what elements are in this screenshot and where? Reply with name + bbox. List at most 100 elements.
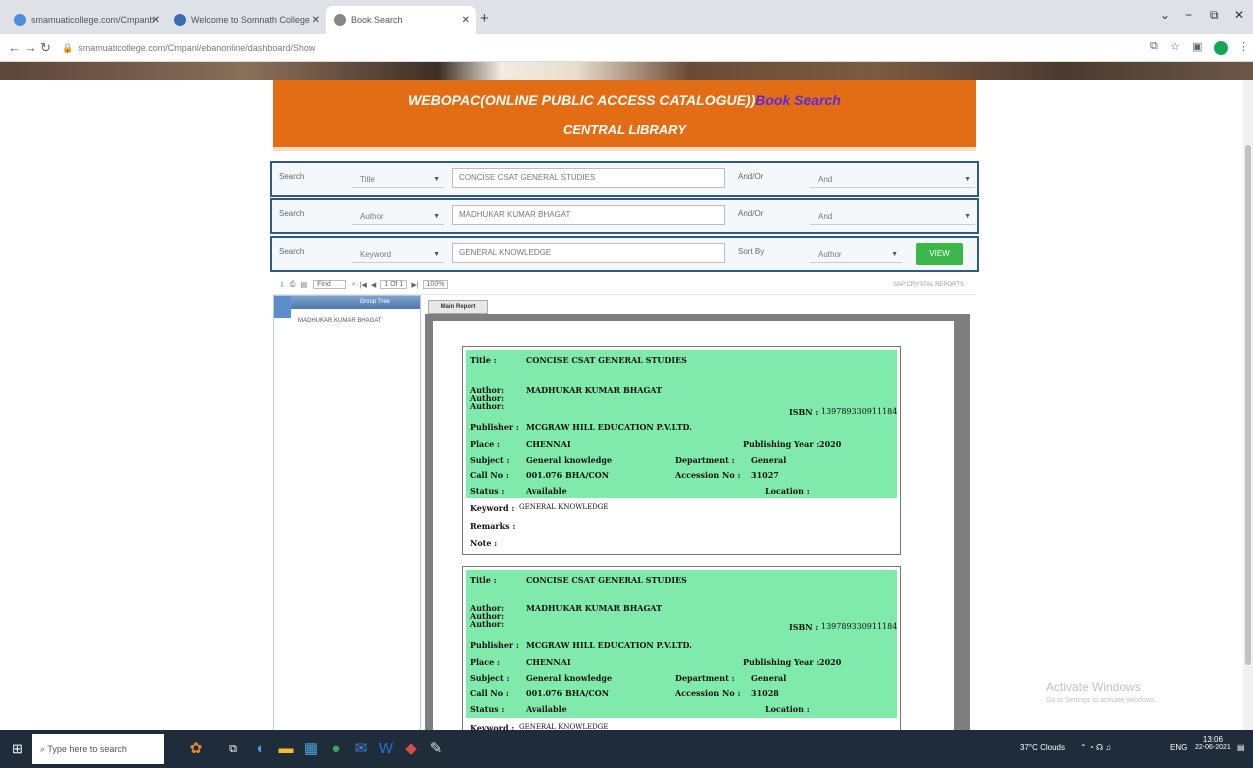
scrollbar-thumb[interactable] (1245, 145, 1251, 665)
chevron-down-icon: ▼ (891, 251, 898, 258)
page-number-field[interactable]: 1 Of 1 (380, 280, 408, 289)
publisher-value: MCGRAW HILL EDUCATION P.V.LTD. (526, 422, 692, 432)
star-icon[interactable]: ☆ (1170, 40, 1180, 53)
maximize-button[interactable]: ⧉ (1210, 8, 1219, 23)
sort-by-select[interactable]: Author ▼ (810, 247, 902, 263)
browser-tab[interactable]: smamuaticollege.com/Cmpanb ✕ (6, 6, 166, 34)
word-icon[interactable]: W (375, 738, 397, 760)
isbn-label: ISBN : (789, 407, 819, 417)
search-field-select[interactable]: Keyword ▼ (352, 247, 444, 263)
place-value: CHENNAI (526, 657, 571, 667)
search-icon[interactable]: ⌕ (352, 281, 356, 289)
edge-icon[interactable]: ◐ (250, 738, 272, 760)
report-viewer: Title : CONCISE CSAT GENERAL STUDIES Aut… (425, 314, 970, 741)
subject-label: Subject : (470, 455, 510, 465)
chevron-down-icon: ▼ (964, 176, 971, 183)
accession-label: Accession No : (675, 688, 741, 698)
search-field-select[interactable]: Author ▼ (352, 209, 444, 225)
subject-value: General knowledge (526, 673, 613, 683)
find-input[interactable]: Find (313, 280, 346, 289)
globe-icon (14, 14, 26, 26)
new-tab-button[interactable]: + (480, 10, 489, 27)
title-value: CONCISE CSAT GENERAL STUDIES (526, 575, 687, 585)
site-banner-image (0, 62, 1253, 80)
zoom-select[interactable]: 100% (422, 280, 449, 289)
book-record-card: Title : CONCISE CSAT GENERAL STUDIES Aut… (462, 566, 901, 741)
place-label: Place : (470, 657, 500, 667)
status-value: Available (526, 704, 567, 714)
search-input[interactable]: CONCISE CSAT GENERAL STUDIES (452, 168, 725, 188)
group-tree-tab[interactable] (274, 296, 291, 318)
system-tray-icons[interactable]: ⌃ ◔ ☊ ♫ (1080, 743, 1111, 752)
search-field-select[interactable]: Title ▼ (352, 172, 444, 188)
close-icon[interactable]: ✕ (462, 15, 470, 26)
notification-icon[interactable]: ▤ (1237, 743, 1245, 752)
keyword-value: GENERAL KNOWLEDGE (519, 503, 609, 511)
status-value: Available (526, 486, 567, 496)
select-value: Title (360, 175, 375, 184)
keyword-label: Keyword : (470, 503, 515, 513)
search-row: Search Keyword ▼ GENERAL KNOWLEDGE Sort … (270, 236, 979, 272)
clock-time: 13:06 (1202, 735, 1223, 744)
book-search-link[interactable]: Book Search (755, 92, 841, 108)
search-input[interactable]: MADHUKAR KUMAR BHAGAT (452, 205, 725, 225)
reload-icon[interactable]: ↻ (40, 40, 51, 56)
task-view-icon[interactable]: ⧉ (222, 738, 244, 760)
group-tree-header: Group Tree (274, 296, 420, 309)
tree-item[interactable]: MADHUKAR KUMAR BHAGAT (298, 318, 382, 324)
url-field[interactable]: 🔒 smamuaticollege.com/Cmpanl/ebanonline/… (62, 38, 1127, 58)
operator-select[interactable]: And ▼ (810, 209, 975, 225)
next-page-icon[interactable]: ▶| (411, 281, 418, 289)
page-scrollbar[interactable] (1243, 80, 1253, 730)
print-icon[interactable]: ⎙ (290, 281, 296, 289)
chevron-down-icon[interactable]: ⌄ (1160, 8, 1170, 22)
title-value: CONCISE CSAT GENERAL STUDIES (526, 355, 687, 365)
chevron-down-icon: ▼ (433, 176, 440, 183)
book-record-card: Title : CONCISE CSAT GENERAL STUDIES Aut… (462, 346, 901, 555)
file-explorer-icon[interactable]: ▬ (275, 738, 297, 760)
windows-start-icon[interactable]: ⊞ (12, 741, 23, 757)
tab-main-report[interactable]: Main Report (428, 300, 488, 314)
cortana-icon[interactable]: ✿ (185, 738, 207, 760)
select-value: Author (360, 212, 384, 221)
language-indicator[interactable]: ENG (1170, 743, 1187, 752)
share-icon[interactable]: ⧉ (1150, 40, 1158, 53)
store-icon[interactable]: ▦ (300, 738, 322, 760)
search-input[interactable]: GENERAL KNOWLEDGE (452, 243, 725, 263)
clock[interactable]: 13:06 22-06-2021 (1195, 735, 1231, 751)
mail-icon[interactable]: ✉ (350, 738, 372, 760)
forward-icon[interactable]: → (24, 40, 37, 55)
avatar[interactable] (1214, 41, 1228, 55)
weather-status[interactable]: 37°C Clouds (1020, 743, 1065, 752)
search-row: Search Title ▼ CONCISE CSAT GENERAL STUD… (270, 161, 979, 197)
minimize-button[interactable]: − (1185, 8, 1192, 22)
menu-icon[interactable]: ⋮ (1238, 40, 1249, 53)
close-window-button[interactable]: ✕ (1234, 8, 1244, 22)
note-label: Note : (470, 538, 498, 548)
group-tree-toggle-icon[interactable]: ▤ (300, 281, 307, 289)
publisher-label: Publisher : (470, 640, 519, 650)
app-icon[interactable]: ✎ (425, 738, 447, 760)
accession-value: 31027 (751, 470, 779, 480)
tab-label: Welcome to Somnath College (191, 15, 310, 25)
close-icon[interactable]: ✕ (152, 15, 160, 26)
remarks-label: Remarks : (470, 521, 516, 531)
prev-page-icon[interactable]: ◀ (371, 281, 376, 289)
extensions-icon[interactable]: ▣ (1192, 40, 1202, 53)
view-button[interactable]: VIEW (916, 243, 963, 265)
first-page-icon[interactable]: |◀ (360, 281, 367, 289)
taskbar-search-box[interactable]: ⌕ Type here to search (32, 734, 164, 764)
close-icon[interactable]: ✕ (312, 15, 320, 26)
search-label: Search (279, 209, 305, 218)
app-icon[interactable]: ◆ (400, 738, 422, 760)
report-branding: SAP CRYSTAL REPORTS (892, 281, 964, 288)
call-no-value: 001.076 BHA/CON (526, 470, 610, 480)
operator-select[interactable]: And ▼ (810, 172, 975, 188)
export-icon[interactable]: ⇩ (279, 281, 285, 289)
accession-label: Accession No : (675, 470, 741, 480)
browser-tab-active[interactable]: Book Search ✕ (326, 6, 476, 34)
select-value: Author (818, 250, 842, 259)
back-icon[interactable]: ← (8, 40, 21, 55)
browser-tab[interactable]: Welcome to Somnath College ✕ (166, 6, 326, 34)
chrome-icon[interactable]: ● (325, 738, 347, 760)
